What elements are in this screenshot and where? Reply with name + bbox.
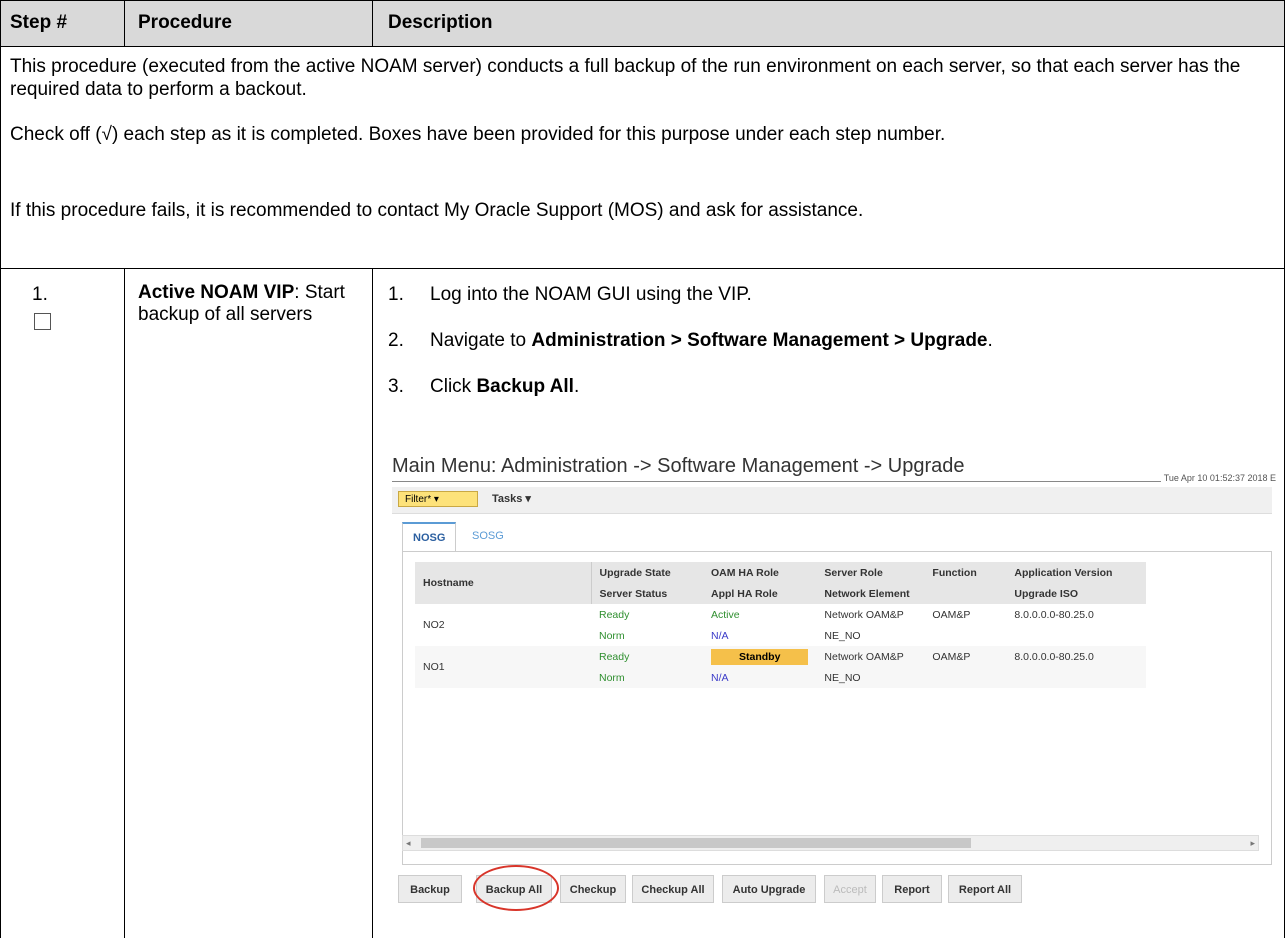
col-hostname[interactable]: Hostname (415, 562, 592, 604)
col-blank (924, 583, 1007, 604)
col-upgrade-state[interactable]: Upgrade State (591, 562, 703, 583)
cell-oam-ha-role: Active (711, 608, 740, 621)
cell-upgrade-state: Ready (599, 608, 630, 621)
header-procedure: Procedure (138, 12, 232, 33)
table-row[interactable]: NO2 Ready Active Network OAM&P OAM&P 8.0… (415, 604, 1146, 632)
cell-oam-ha-role: Standby (703, 646, 817, 667)
item-number: 3. (388, 376, 404, 397)
col-oam-ha-role[interactable]: OAM HA Role (703, 562, 817, 583)
servers-table: Hostname Upgrade State OAM HA Role Serve… (415, 562, 1147, 688)
border-top (0, 0, 1285, 1)
screenshot-title: Main Menu: Administration -> Software Ma… (392, 455, 965, 477)
col-appl-ha-role[interactable]: Appl HA Role (703, 583, 817, 604)
col-function[interactable]: Function (924, 562, 1007, 583)
col-upgrade-iso[interactable]: Upgrade ISO (1006, 583, 1147, 604)
backup-all-highlight-circle (473, 865, 559, 911)
border-col2-head (372, 0, 373, 46)
border-col1-head (124, 0, 125, 46)
cell-network-element: NE_NO (824, 629, 861, 642)
checkup-button[interactable]: Checkup (560, 875, 626, 903)
accept-button[interactable]: Accept (824, 875, 876, 903)
item-text: Click (430, 376, 477, 397)
backup-button[interactable]: Backup (398, 875, 462, 903)
item-text: Navigate to (430, 330, 532, 351)
border-col1 (124, 268, 125, 938)
cell-function: OAM&P (924, 646, 1007, 667)
header-description: Description (388, 12, 493, 33)
cell-server-status: Norm (599, 629, 625, 642)
cell-server-status: Norm (591, 667, 703, 688)
cell-upgrade-iso (1006, 625, 1146, 646)
cell-network-element: NE_NO (816, 667, 925, 688)
auto-upgrade-button[interactable]: Auto Upgrade (722, 875, 816, 903)
report-all-button[interactable]: Report All (948, 875, 1022, 903)
step-procedure: Active NOAM VIP: Start backup of all ser… (138, 282, 358, 326)
cell-server-role: Network OAM&P (824, 608, 904, 621)
col-network-element[interactable]: Network Element (816, 583, 925, 604)
header-row: Hostname Upgrade State OAM HA Role Serve… (415, 562, 1147, 604)
standby-badge: Standby (711, 648, 809, 665)
col-server-role[interactable]: Server Role (816, 562, 925, 583)
col-app-version[interactable]: Application Version (1006, 562, 1147, 583)
scrollbar-thumb[interactable] (421, 838, 971, 848)
tab-nosg[interactable]: NOSG (402, 522, 457, 552)
border-intro (0, 268, 1285, 269)
cell-server-role: Network OAM&P (816, 646, 925, 667)
item-bold: Backup All (476, 376, 574, 397)
header-step: Step # (10, 12, 68, 33)
scroll-left-icon[interactable]: ◂ (406, 836, 411, 850)
border-header (0, 46, 1285, 47)
step-checkbox[interactable] (34, 313, 51, 330)
cell-blank (924, 625, 1006, 646)
item-number: 2. (388, 330, 404, 351)
item-number: 1. (388, 284, 404, 305)
intro-paragraph-1: This procedure (executed from the active… (10, 56, 1241, 100)
border-left (0, 0, 1, 938)
table-row[interactable]: NO1 Ready Standby Network OAM&P OAM&P 8.… (415, 646, 1147, 688)
item-text-end: . (987, 330, 993, 351)
cell-appl-ha-role: N/A (703, 667, 817, 688)
item-bold: Administration > Software Management > U… (531, 330, 988, 351)
cell-function: OAM&P (932, 608, 971, 621)
cell-upgrade-iso (1006, 667, 1147, 688)
procedure-bold: Active NOAM VIP (138, 282, 295, 303)
tasks-menu[interactable]: Tasks ▾ (492, 492, 531, 505)
horizontal-scrollbar[interactable]: ◂ ▸ (402, 835, 1259, 851)
upgrade-screenshot: Main Menu: Administration -> Software Ma… (392, 455, 1276, 930)
cell-hostname: NO2 (423, 619, 445, 631)
col-server-status[interactable]: Server Status (591, 583, 703, 604)
intro-paragraph-2: Check off (√) each step as it is complet… (10, 124, 946, 145)
table-header: Step # Procedure Description (0, 0, 1285, 46)
cell-app-version: 8.0.0.0.0-80.25.0 (1014, 608, 1094, 621)
scroll-right-icon[interactable]: ▸ (1250, 836, 1255, 850)
cell-app-version: 8.0.0.0.0-80.25.0 (1006, 646, 1147, 667)
item-text-end: . (573, 376, 580, 397)
intro-paragraph-3: If this procedure fails, it is recommend… (10, 200, 864, 221)
procedure-document: Step # Procedure Description This proced… (0, 0, 1285, 938)
cell-blank (924, 667, 1007, 688)
screenshot-toolbar: Filter* ▾ Tasks ▾ (392, 487, 1272, 514)
filter-button[interactable]: Filter* ▾ (398, 491, 478, 507)
report-button[interactable]: Report (882, 875, 942, 903)
item-text: Log into the NOAM GUI using the VIP. (430, 284, 752, 305)
tab-sosg[interactable]: SOSG (462, 522, 514, 550)
servers-grid: Hostname Upgrade State OAM HA Role Serve… (402, 551, 1272, 865)
cell-upgrade-state: Ready (591, 646, 703, 667)
screenshot-timestamp: Tue Apr 10 01:52:37 2018 E (1160, 473, 1276, 483)
step-number: 1. (32, 284, 48, 305)
checkup-all-button[interactable]: Checkup All (632, 875, 714, 903)
title-rule (392, 481, 1272, 482)
border-col2 (372, 268, 373, 938)
cell-appl-ha-role: N/A (711, 629, 729, 642)
cell-hostname: NO1 (415, 646, 591, 688)
